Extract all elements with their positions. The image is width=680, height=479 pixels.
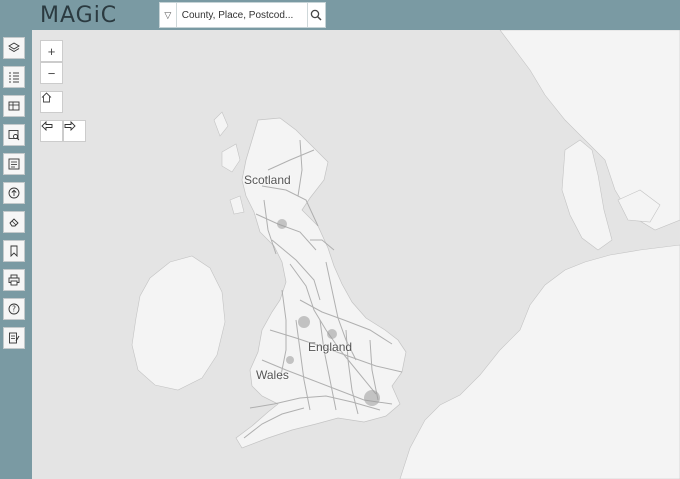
tool-sidebar: ? — [0, 30, 32, 479]
search-input[interactable] — [176, 3, 307, 27]
label-england: England — [308, 340, 353, 354]
next-extent-button[interactable] — [63, 120, 86, 142]
search-box: ▽ — [159, 2, 326, 28]
label-scotland: Scotland — [244, 173, 291, 187]
table-button[interactable] — [3, 95, 25, 117]
home-button[interactable] — [40, 91, 63, 113]
bookmark-button[interactable] — [3, 240, 25, 262]
layers-icon — [8, 42, 20, 53]
home-icon — [41, 92, 52, 103]
map-search-button[interactable] — [3, 124, 25, 146]
search-icon — [311, 9, 322, 21]
search-button[interactable] — [306, 3, 325, 27]
identify-icon — [8, 158, 20, 170]
identify-button[interactable] — [3, 153, 25, 175]
bookmark-icon — [10, 245, 18, 257]
notes-icon — [9, 332, 20, 344]
upload-icon — [8, 187, 20, 199]
notes-button[interactable] — [3, 327, 25, 349]
legend-button[interactable] — [3, 66, 25, 88]
help-button[interactable]: ? — [3, 298, 25, 320]
layers-button[interactable] — [3, 37, 25, 59]
eraser-button[interactable] — [3, 211, 25, 233]
map-search-icon — [8, 130, 20, 141]
app-header: MAGiC ▽ — [0, 0, 680, 30]
upload-button[interactable] — [3, 182, 25, 204]
eraser-icon — [9, 218, 19, 227]
chevron-down-icon: ▽ — [164, 9, 172, 20]
svg-text:?: ? — [12, 305, 16, 314]
zoom-out-button[interactable]: − — [40, 62, 63, 84]
previous-extent-button[interactable] — [40, 120, 63, 142]
help-icon: ? — [8, 303, 20, 315]
magic-logo[interactable]: MAGiC — [40, 3, 117, 28]
search-dropdown-button[interactable]: ▽ — [160, 3, 177, 27]
arrow-right-icon — [64, 121, 76, 131]
zoom-in-button[interactable]: + — [40, 40, 63, 62]
print-button[interactable] — [3, 269, 25, 291]
arrow-left-icon — [41, 121, 53, 131]
print-icon — [8, 274, 20, 286]
map-canvas[interactable]: Scotland England Wales + − — [32, 30, 680, 479]
basemap — [32, 30, 680, 479]
table-icon — [8, 101, 20, 111]
legend-list-icon — [9, 72, 19, 83]
label-wales: Wales — [256, 368, 289, 382]
